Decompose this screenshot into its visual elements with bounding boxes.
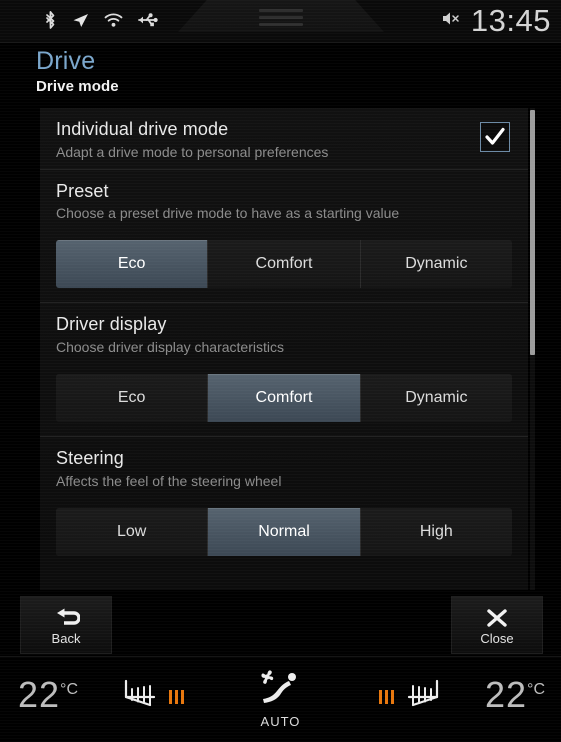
wifi-icon — [104, 13, 123, 28]
driver-temperature-value: 22 — [18, 674, 61, 715]
navigation-arrow-icon — [71, 11, 90, 30]
setting-title: Preset — [56, 180, 109, 201]
close-x-icon — [485, 606, 509, 630]
hamburger-menu-icon[interactable] — [259, 9, 303, 30]
page-header: Drive Drive mode — [36, 47, 516, 96]
setting-title: Driver display — [56, 314, 167, 335]
driver-temperature[interactable]: 22°C — [18, 677, 78, 713]
climate-bar: 22°C AUTO 22°C — [0, 656, 561, 742]
list-item-steering: Steering Affects the feel of the steerin… — [40, 436, 528, 498]
steering-option-normal[interactable]: Normal — [208, 507, 361, 556]
driver-display-segmented-control[interactable]: Eco Comfort Dynamic — [56, 374, 512, 423]
clock: 13:45 — [470, 2, 551, 38]
preset-segmented-wrap: Eco Comfort Dynamic — [40, 230, 528, 302]
passenger-temperature-unit: °C — [527, 681, 545, 698]
back-button[interactable]: Back — [20, 596, 112, 654]
climate-auto-icon — [255, 669, 307, 714]
individual-drive-mode-checkbox[interactable] — [480, 122, 510, 152]
close-button[interactable]: Close — [451, 596, 543, 654]
setting-description: Choose a preset drive mode to have as a … — [56, 205, 400, 222]
settings-list: Individual drive mode Adapt a drive mode… — [40, 108, 528, 590]
bottom-button-bar: Back Close — [0, 594, 561, 656]
status-icons-group — [44, 8, 159, 32]
list-item-individual-drive-mode[interactable]: Individual drive mode Adapt a drive mode… — [40, 108, 528, 169]
status-bar: 13:45 — [0, 0, 561, 43]
passenger-temperature-value: 22 — [485, 674, 528, 715]
infotainment-screen: 13:45 Drive Drive mode Individual drive … — [0, 0, 561, 742]
steering-segmented-wrap: Low Normal High — [40, 498, 528, 570]
seat-heater-icon — [401, 675, 443, 718]
driver-seat-heater-level — [169, 689, 184, 704]
checkmark-icon — [485, 127, 505, 145]
usb-icon — [137, 12, 159, 28]
bluetooth-icon — [44, 10, 57, 30]
seat-heater-icon — [120, 675, 162, 718]
driver-seat-heater-button[interactable] — [120, 675, 184, 718]
mute-icon[interactable] — [441, 10, 461, 32]
steering-option-high[interactable]: High — [360, 507, 512, 556]
preset-option-comfort[interactable]: Comfort — [208, 240, 361, 289]
auto-climate-label: AUTO — [260, 714, 301, 729]
driver-display-option-dynamic[interactable]: Dynamic — [360, 374, 512, 423]
setting-description: Affects the feel of the steering wheel — [56, 472, 282, 489]
driver-temperature-unit: °C — [60, 681, 78, 698]
passenger-seat-heater-level — [379, 689, 394, 704]
list-item-preset: Preset Choose a preset drive mode to hav… — [40, 168, 528, 231]
status-right-group: 13:45 — [441, 0, 551, 42]
auto-climate-button[interactable]: AUTO — [255, 669, 307, 728]
list-item-driver-display: Driver display Choose driver display cha… — [40, 302, 528, 364]
page-title: Drive — [36, 47, 96, 75]
driver-display-option-eco[interactable]: Eco — [56, 374, 209, 423]
setting-title: Individual drive mode — [56, 119, 229, 139]
driver-display-option-comfort[interactable]: Comfort — [208, 374, 361, 423]
steering-option-low[interactable]: Low — [56, 507, 209, 556]
preset-option-dynamic[interactable]: Dynamic — [360, 240, 512, 289]
scrollbar-thumb[interactable] — [530, 110, 535, 355]
back-button-label: Back — [51, 630, 81, 646]
preset-option-eco[interactable]: Eco — [56, 240, 209, 289]
setting-description: Adapt a drive mode to personal preferenc… — [56, 143, 329, 160]
passenger-seat-heater-button[interactable] — [379, 675, 443, 718]
page-subtitle: Drive mode — [36, 78, 119, 96]
driver-display-segmented-wrap: Eco Comfort Dynamic — [40, 364, 528, 436]
setting-description: Choose driver display characteristics — [56, 338, 284, 355]
steering-segmented-control[interactable]: Low Normal High — [56, 507, 512, 556]
hamburger-menu-tab[interactable] — [178, 0, 384, 32]
back-arrow-icon — [52, 606, 80, 630]
passenger-temperature[interactable]: 22°C — [485, 677, 545, 713]
close-button-label: Close — [480, 630, 514, 646]
preset-segmented-control[interactable]: Eco Comfort Dynamic — [56, 240, 512, 289]
setting-title: Steering — [56, 448, 124, 469]
